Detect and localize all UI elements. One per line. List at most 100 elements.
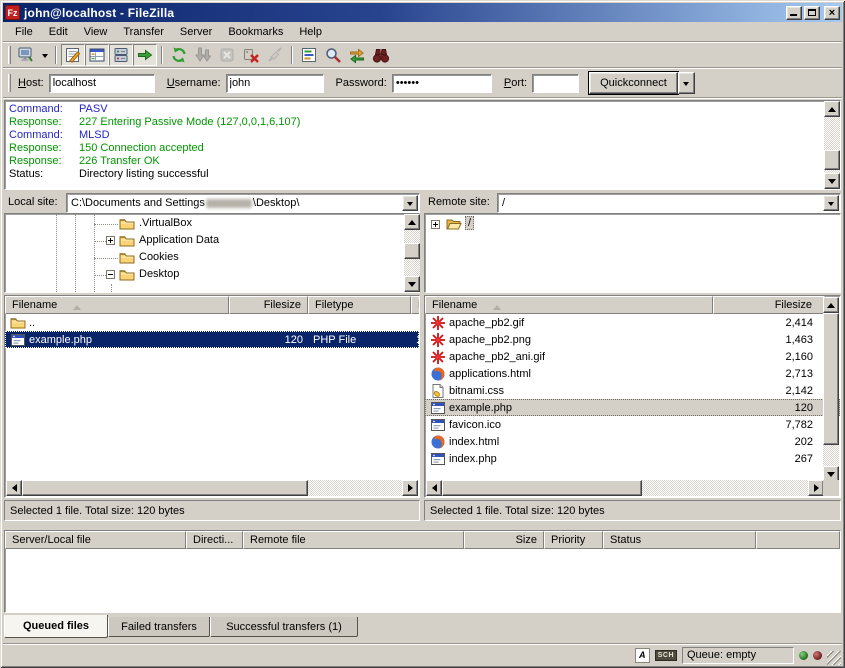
synchronized-browsing-icon — [348, 46, 366, 64]
toggle-message-log-button[interactable] — [61, 44, 85, 66]
column-header-status[interactable]: Status — [603, 531, 756, 549]
title-bar[interactable]: Fz john@localhost - FileZilla × — [3, 3, 842, 22]
column-header-priority[interactable]: Priority — [544, 531, 603, 549]
directory-comparison-button[interactable] — [321, 44, 345, 66]
remote-list-vscroll-thumb[interactable] — [823, 313, 839, 445]
menu-bookmarks[interactable]: Bookmarks — [220, 24, 291, 40]
remote-list-scroll-left-button[interactable] — [426, 480, 442, 496]
host-input[interactable] — [49, 74, 155, 93]
remote-list-hscroll-thumb[interactable] — [442, 480, 642, 496]
collapse-icon[interactable] — [106, 270, 115, 279]
toggle-remote-tree-button[interactable] — [109, 44, 133, 66]
site-manager-button[interactable] — [14, 44, 38, 66]
ico-file-icon — [430, 417, 446, 433]
apache-file-icon — [430, 349, 446, 365]
cancel-button[interactable] — [215, 44, 239, 66]
tree-item-desktop[interactable]: Desktop — [136, 267, 182, 281]
file-row[interactable]: bitnami.css 2,142 — [425, 382, 840, 399]
maximize-button[interactable] — [804, 6, 820, 20]
site-manager-dropdown-button[interactable] — [38, 44, 51, 66]
minimize-button[interactable] — [786, 6, 802, 20]
find-files-icon — [372, 46, 390, 64]
column-header-filename[interactable]: Filename — [425, 296, 713, 314]
folder-icon — [119, 250, 135, 266]
remote-site-dropdown-button[interactable] — [823, 195, 839, 211]
username-input[interactable] — [226, 74, 324, 93]
tab-queued-files[interactable]: Queued files — [4, 615, 108, 638]
local-tree-scroll-down-button[interactable] — [404, 276, 420, 292]
password-input[interactable] — [392, 74, 492, 93]
local-directory-tree[interactable]: .VirtualBox Application Data Cookies Des… — [4, 213, 420, 293]
tree-item-virtualbox[interactable]: .VirtualBox — [136, 216, 195, 230]
resize-grip[interactable] — [827, 651, 841, 665]
local-site-dropdown-button[interactable] — [402, 195, 418, 211]
menu-edit[interactable]: Edit — [41, 24, 76, 40]
port-input[interactable] — [532, 74, 579, 93]
tab-successful-transfers[interactable]: Successful transfers (1) — [210, 617, 358, 637]
synchronized-browsing-button[interactable] — [345, 44, 369, 66]
tree-item-application-data[interactable]: Application Data — [136, 233, 222, 247]
apache-file-icon — [430, 315, 446, 331]
port-label: Port: — [504, 77, 527, 89]
tree-item-cookies[interactable]: Cookies — [136, 250, 182, 264]
column-header-direction[interactable]: Directi... — [186, 531, 243, 549]
local-list-scroll-left-button[interactable] — [6, 480, 22, 496]
toggle-local-tree-button[interactable] — [85, 44, 109, 66]
toggle-transfer-queue-button[interactable] — [133, 44, 157, 66]
expand-icon[interactable] — [431, 220, 440, 229]
file-row[interactable]: applications.html 2,713 — [425, 365, 840, 382]
column-header-filesize[interactable]: Filesize — [713, 296, 825, 314]
local-site-combobox[interactable]: C:\Documents and Settings\Desktop\ — [66, 193, 420, 213]
remote-tree-icon — [112, 46, 130, 64]
column-header-filename[interactable]: Filename — [5, 296, 229, 314]
file-row-example-php[interactable]: example.php 120 — [425, 399, 840, 416]
file-row-example-php[interactable]: example.php 120 PHP File 1 — [5, 331, 419, 348]
log-scroll-thumb[interactable] — [824, 150, 840, 170]
local-tree-scroll-thumb[interactable] — [404, 243, 420, 259]
redacted-username — [206, 199, 252, 208]
arrow-right-icon — [814, 484, 823, 492]
file-row[interactable]: favicon.ico 7,782 — [425, 416, 840, 433]
menu-transfer[interactable]: Transfer — [115, 24, 172, 40]
file-row[interactable]: index.html 202 — [425, 433, 840, 450]
column-header-server-local-file[interactable]: Server/Local file — [5, 531, 186, 549]
quickconnect-dropdown-button[interactable] — [678, 72, 695, 94]
expand-icon[interactable] — [106, 236, 115, 245]
speed-limit-icon: SCH — [655, 650, 677, 661]
close-button[interactable]: × — [824, 6, 840, 20]
local-tree-scroll-up-button[interactable] — [404, 214, 420, 230]
column-header-filetype[interactable]: Filetype — [308, 296, 411, 314]
log-line: Response:227 Entering Passive Mode (127,… — [5, 116, 840, 129]
file-row[interactable]: apache_pb2_ani.gif 2,160 — [425, 348, 840, 365]
reconnect-button[interactable] — [263, 44, 287, 66]
disconnect-button[interactable] — [239, 44, 263, 66]
find-files-button[interactable] — [369, 44, 393, 66]
column-header-size[interactable]: Size — [464, 531, 544, 549]
remote-list-scroll-right-button[interactable] — [808, 480, 824, 496]
menu-file[interactable]: File — [7, 24, 41, 40]
remote-site-combobox[interactable]: / — [497, 193, 841, 213]
file-row[interactable]: index.php 267 — [425, 450, 840, 467]
column-header-lastmodified[interactable]: L — [411, 296, 420, 314]
remote-list-scroll-up-button[interactable] — [823, 297, 839, 313]
column-header-filesize[interactable]: Filesize — [229, 296, 308, 314]
menu-server[interactable]: Server — [172, 24, 220, 40]
menu-help[interactable]: Help — [291, 24, 330, 40]
local-list-hscroll-thumb[interactable] — [22, 480, 308, 496]
file-row[interactable]: apache_pb2.gif 2,414 — [425, 314, 840, 331]
file-row-parent-dir[interactable]: .. — [5, 314, 419, 331]
column-header-remote-file[interactable]: Remote file — [243, 531, 464, 549]
quickconnect-button[interactable]: Quickconnect — [589, 72, 678, 94]
refresh-button[interactable] — [167, 44, 191, 66]
remote-directory-tree[interactable]: / — [424, 213, 841, 293]
local-list-scroll-right-button[interactable] — [402, 480, 418, 496]
file-row[interactable]: apache_pb2.png 1,463 — [425, 331, 840, 348]
tree-item-root[interactable]: / — [465, 216, 474, 230]
log-scroll-down-button[interactable] — [824, 173, 840, 189]
log-scroll-up-button[interactable] — [824, 101, 840, 117]
menu-view[interactable]: View — [76, 24, 116, 40]
process-queue-button[interactable] — [191, 44, 215, 66]
tab-failed-transfers[interactable]: Failed transfers — [108, 617, 210, 637]
filter-button[interactable] — [297, 44, 321, 66]
remote-selection-status: Selected 1 file. Total size: 120 bytes — [424, 500, 841, 521]
